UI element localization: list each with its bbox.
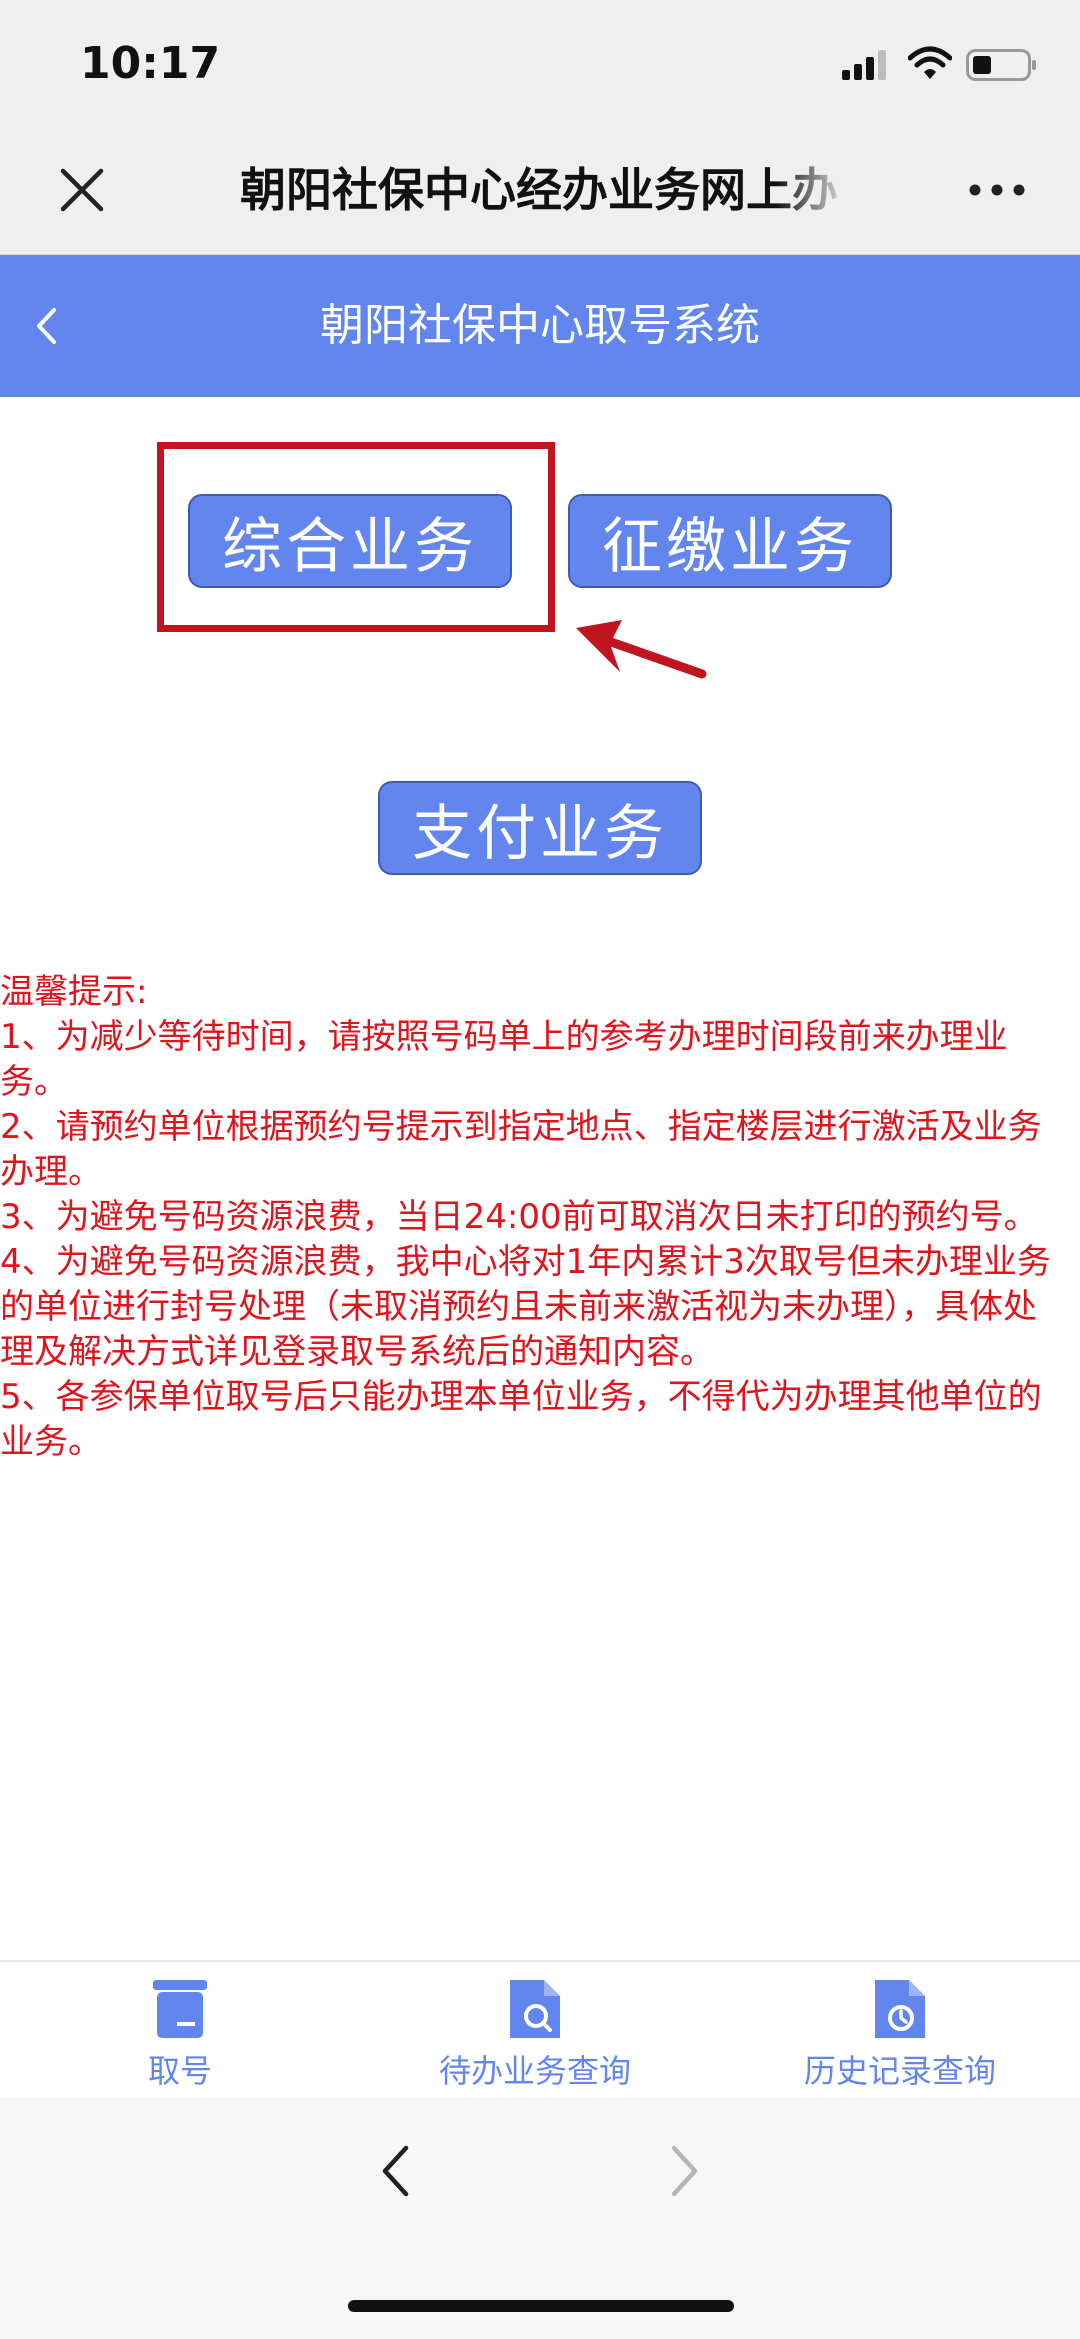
highlight-annotation-box [157,442,555,632]
close-icon [60,168,104,212]
more-icon [969,184,1025,196]
notice-item: 4、为避免号码资源浪费，我中心将对1年内累计3次取号但未办理业务的单位进行封号处… [0,1242,1051,1372]
nav-take-number-label: 取号 [147,2052,212,2090]
status-time: 10:17 [80,38,221,89]
notice-item: 1、为减少等待时间，请按照号码单上的参考办理时间段前来办理业务。 [0,1017,1008,1102]
notice-item: 5、各参保单位取号后只能办理本单位业务，不得代为办理其他单位的业务。 [0,1377,1042,1462]
wifi-icon [907,46,953,84]
home-indicator [348,2300,734,2312]
notice-heading: 温馨提示: [0,972,148,1012]
browser-forward-button[interactable] [660,2140,710,2202]
app-title: 朝阳社保中心取号系统 [320,300,760,351]
document-clock-icon [875,1980,925,2038]
nav-history-query-label: 历史记录查询 [803,2052,996,2090]
browser-back-button[interactable] [370,2140,420,2202]
wechat-page-title: 朝阳社保中心经办业务网上办 [240,163,838,217]
nav-pending-query-label: 待办业务查询 [438,2052,631,2090]
signal-icon [842,50,892,84]
notice-section: 温馨提示: 1、为减少等待时间，请按照号码单上的参考办理时间段前来办理业务。 2… [0,970,1060,1465]
chevron-left-icon [37,308,56,344]
chevron-right-icon [671,2145,698,2197]
back-button[interactable] [24,294,68,358]
ticket-printer-icon [153,1980,207,2038]
notice-item: 3、为避免号码资源浪费，当日24:00前可取消次日未打印的预约号。 [0,1197,1038,1237]
collection-service-button[interactable]: 征缴业务 [568,494,892,588]
arrow-annotation-icon [570,610,710,704]
nav-pending-query[interactable]: 待办业务查询 [420,1978,650,2092]
notice-item: 2、请预约单位根据预约号提示到指定地点、指定楼层进行激活及业务办理。 [0,1107,1042,1192]
battery-icon [966,49,1038,85]
document-search-icon [510,1980,560,2038]
nav-history-query[interactable]: 历史记录查询 [780,1978,1020,2092]
chevron-left-icon [382,2145,409,2197]
close-button[interactable] [50,158,114,222]
more-button[interactable] [962,170,1032,210]
nav-take-number[interactable]: 取号 [100,1978,260,2092]
payment-service-button[interactable]: 支付业务 [378,781,702,875]
